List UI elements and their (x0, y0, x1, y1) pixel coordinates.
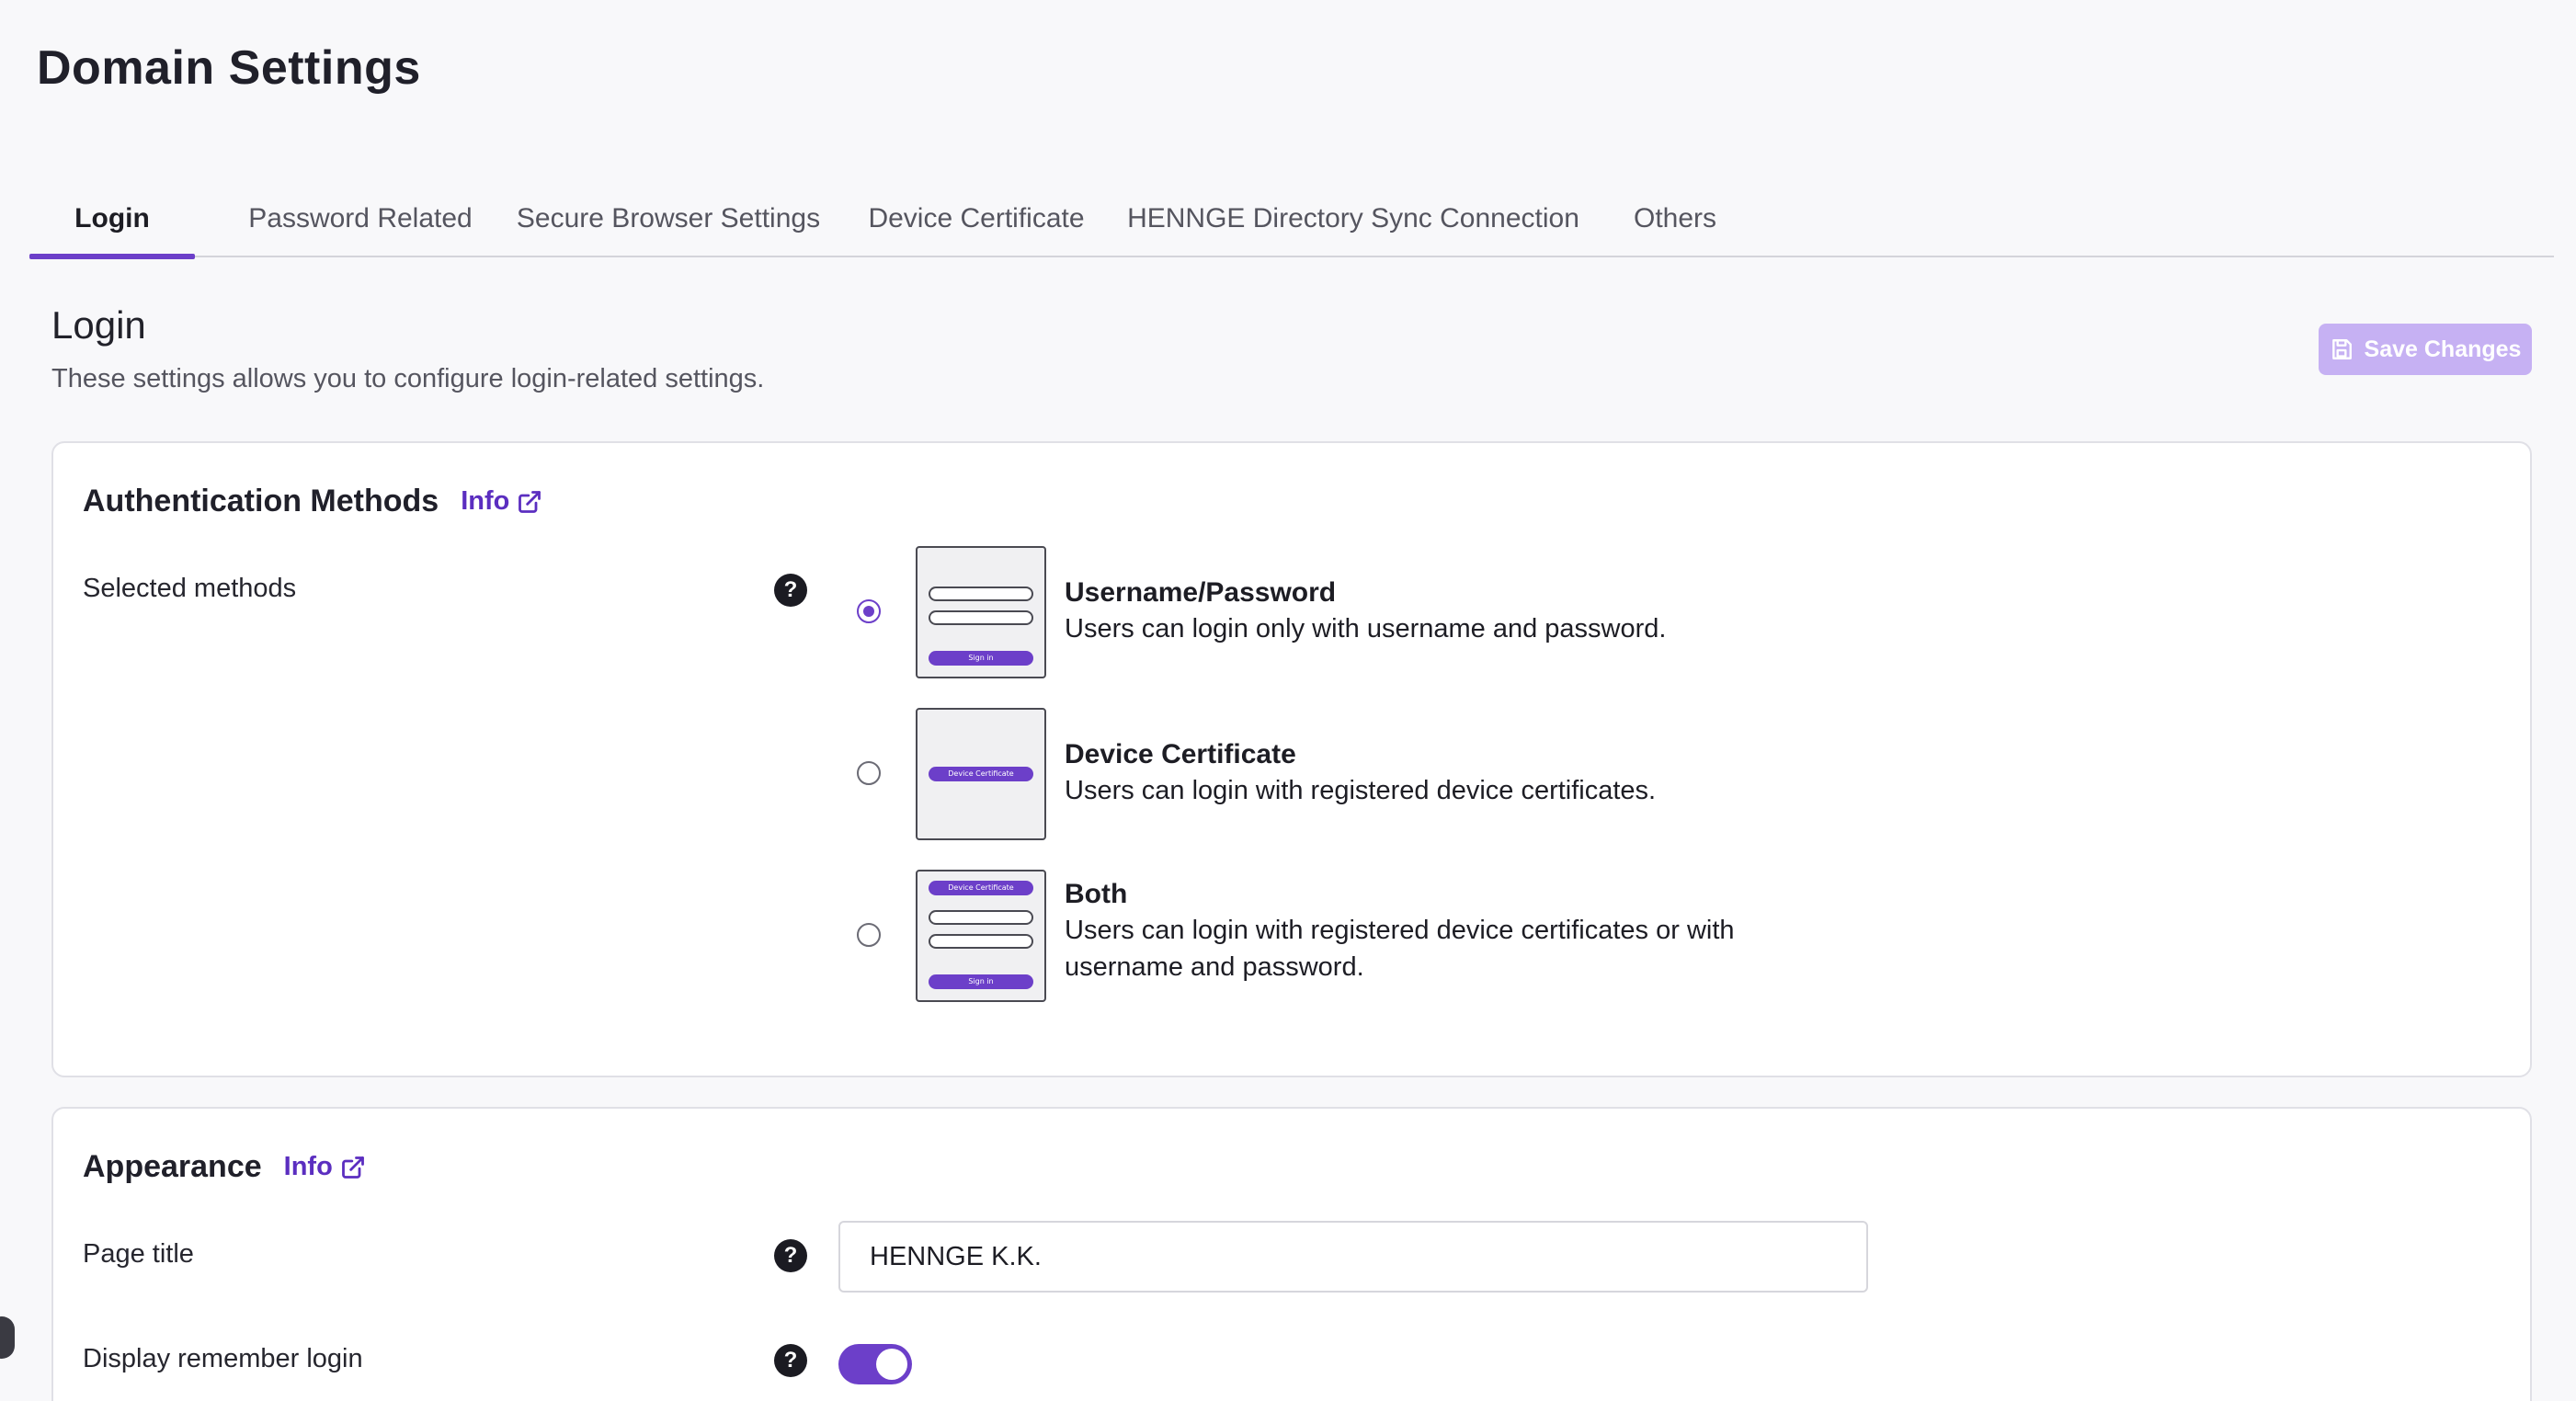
thumb-device-certificate-button: Device Certificate (929, 767, 1033, 781)
authentication-methods-heading: Authentication Methods (83, 484, 439, 518)
thumb-device-certificate-button: Device Certificate (929, 881, 1033, 895)
page-title: Domain Settings (37, 41, 421, 95)
save-changes-label: Save Changes (2364, 336, 2522, 362)
auth-option-both[interactable]: Device Certificate Sign in Both Users ca… (857, 870, 1960, 1035)
tab-device-certificate[interactable]: Device Certificate (829, 180, 1123, 257)
username-password-illustration: Sign in (916, 546, 1046, 678)
thumb-sign-in-button: Sign in (929, 651, 1033, 666)
thumb-input (929, 934, 1033, 949)
device-certificate-illustration: Device Certificate (916, 708, 1046, 840)
tab-hennge-directory-sync[interactable]: HENNGE Directory Sync Connection (1105, 180, 1601, 257)
appearance-info-link[interactable]: Info (284, 1152, 366, 1182)
appearance-header: Appearance Info (83, 1149, 366, 1185)
tab-login[interactable]: Login (29, 180, 195, 259)
appearance-card: Appearance Info Page title ? HENNGE K.K.… (51, 1107, 2532, 1401)
auth-option-device-certificate[interactable]: Device Certificate Device Certificate Us… (857, 708, 1960, 842)
thumb-input (929, 610, 1033, 625)
section-title: Login (51, 303, 146, 347)
option-description: Users can login only with username and p… (1065, 614, 1667, 644)
external-link-icon (341, 1156, 364, 1179)
option-title: Username/Password (1065, 577, 1337, 608)
tab-secure-browser-settings[interactable]: Secure Browser Settings (489, 180, 848, 257)
option-title: Device Certificate (1065, 739, 1296, 769)
appearance-heading: Appearance (83, 1149, 262, 1184)
authentication-methods-card: Authentication Methods Info Selected met… (51, 441, 2532, 1077)
info-link-label: Info (283, 1152, 333, 1181)
display-remember-login-label: Display remember login (83, 1344, 363, 1373)
display-remember-login-toggle[interactable] (838, 1344, 912, 1384)
tab-bar: Login Password Related Secure Browser Se… (29, 180, 2554, 259)
option-description: Users can login with registered device c… (1065, 776, 1657, 805)
option-description: Users can login with registered device c… (1065, 916, 1735, 982)
save-changes-button[interactable]: Save Changes (2319, 324, 2532, 375)
external-link-icon (519, 490, 541, 513)
page-title-label: Page title (83, 1239, 194, 1269)
thumb-input (929, 910, 1033, 925)
toggle-knob (876, 1349, 907, 1380)
question-circle-icon[interactable]: ? (774, 1239, 807, 1272)
thumb-input (929, 587, 1033, 601)
authentication-methods-header: Authentication Methods Info (83, 484, 542, 519)
both-illustration: Device Certificate Sign in (916, 870, 1046, 1002)
tab-others[interactable]: Others (1592, 180, 1758, 257)
option-title: Both (1065, 879, 1128, 909)
auth-option-username-password[interactable]: Sign in Username/Password Users can logi… (857, 546, 1960, 680)
floating-side-handle[interactable] (0, 1316, 15, 1359)
radio-device-certificate[interactable] (857, 761, 881, 785)
question-circle-icon[interactable]: ? (774, 574, 807, 607)
domain-settings-page: Domain Settings Login Password Related S… (0, 0, 2576, 1401)
thumb-sign-in-button: Sign in (929, 974, 1033, 989)
question-circle-icon[interactable]: ? (774, 1344, 807, 1377)
tab-password-related[interactable]: Password Related (213, 180, 507, 257)
floppy-disk-icon (2331, 339, 2352, 359)
radio-username-password[interactable] (857, 599, 881, 623)
radio-both[interactable] (857, 923, 881, 947)
selected-methods-label: Selected methods (83, 574, 297, 603)
authentication-info-link[interactable]: Info (461, 486, 542, 517)
section-description: These settings allows you to configure l… (51, 364, 765, 393)
page-title-input[interactable]: HENNGE K.K. (838, 1221, 1868, 1293)
info-link-label: Info (461, 486, 510, 516)
